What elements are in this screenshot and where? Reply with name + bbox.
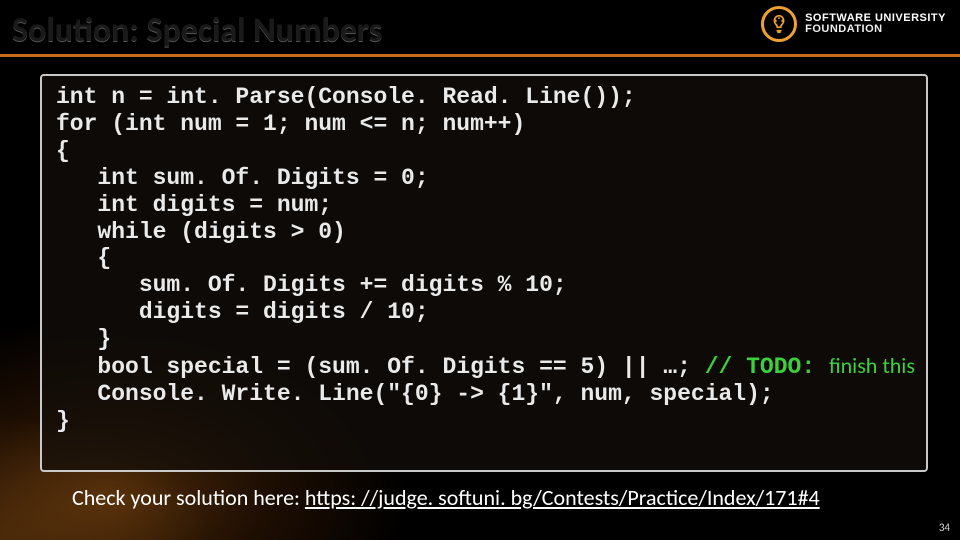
footer-line: Check your solution here: https: //judge…: [72, 484, 820, 511]
code-line: int digits = num;: [56, 192, 332, 218]
code-line: Console. Write. Line("{0} -> {1}", num, …: [56, 381, 774, 407]
code-line: int sum. Of. Digits = 0;: [56, 165, 429, 191]
code-line: for (int num = 1; num <= n; num++): [56, 111, 525, 137]
code-line: while (digits > 0): [56, 219, 346, 245]
brand-line-2: FOUNDATION: [805, 24, 946, 35]
code-comment: finish this: [829, 352, 915, 379]
slide-title: Solution: Special Numbers: [12, 10, 382, 51]
slide-number: 34: [939, 521, 950, 534]
code-block: int n = int. Parse(Console. Read. Line()…: [40, 74, 928, 472]
code-comment: // TODO:: [705, 354, 829, 380]
code-line: {: [56, 245, 111, 271]
code-line: int n = int. Parse(Console. Read. Line()…: [56, 84, 636, 110]
code-line: {: [56, 138, 70, 164]
code-line: sum. Of. Digits += digits % 10;: [56, 272, 567, 298]
title-underline: [0, 54, 960, 57]
brand-text: SOFTWARE UNIVERSITY FOUNDATION: [805, 13, 946, 35]
footer-prefix: Check your solution here:: [72, 484, 305, 511]
brand-logo: SOFTWARE UNIVERSITY FOUNDATION: [761, 6, 946, 42]
code-line: }: [56, 408, 70, 434]
code-line: digits = digits / 10;: [56, 299, 429, 325]
code-line: }: [56, 326, 111, 352]
code-line: bool special = (sum. Of. Digits == 5) ||…: [56, 354, 705, 380]
solution-link[interactable]: https: //judge. softuni. bg/Contests/Pra…: [305, 484, 820, 511]
lightbulb-icon: [761, 6, 797, 42]
